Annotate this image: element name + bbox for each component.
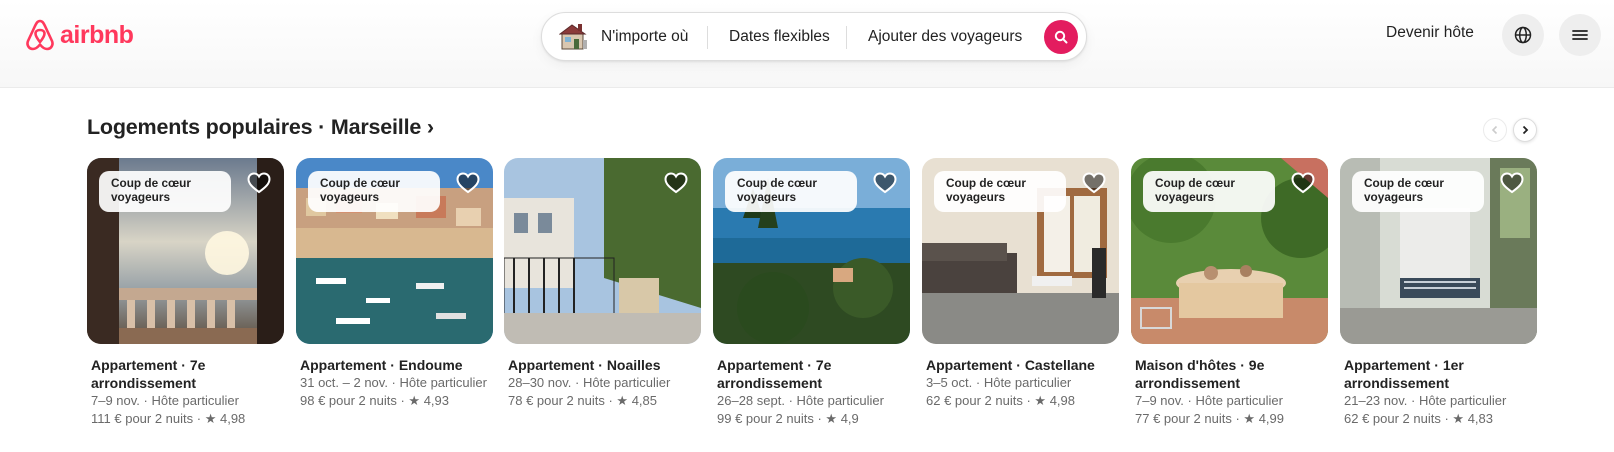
listing-title: Appartement · Noailles xyxy=(508,357,661,373)
heart-icon[interactable] xyxy=(1081,170,1107,196)
listing-card[interactable]: Coup de cœur voyageurs Maison d'hôtes · … xyxy=(1131,158,1328,428)
listing-price: 111 € pour 2 nuits · ★ 4,98 xyxy=(91,411,246,426)
listing-price: 62 € pour 2 nuits · ★ 4,83 xyxy=(1344,411,1493,426)
airbnb-logo-icon xyxy=(26,19,54,51)
listing-meta: 31 oct. – 2 nov. · Hôte particulier xyxy=(300,375,487,390)
listing-title: Appartement · Castellane xyxy=(926,357,1095,373)
heart-icon[interactable] xyxy=(872,170,898,196)
search-guests[interactable]: Ajouter des voyageurs xyxy=(868,13,1022,60)
guest-favorite-badge: Coup de cœur voyageurs xyxy=(1143,171,1275,212)
become-host-link[interactable]: Devenir hôte xyxy=(1386,24,1474,42)
listing-title: Maison d'hôtes · 9e arrondissement xyxy=(1135,357,1265,391)
carousel-next-button[interactable] xyxy=(1513,118,1537,142)
heart-icon[interactable] xyxy=(455,170,481,196)
listing-price: 77 € pour 2 nuits · ★ 4,99 xyxy=(1135,411,1284,426)
listing-meta: 21–23 nov. · Hôte particulier xyxy=(1344,393,1507,408)
search-where[interactable]: N'importe où xyxy=(601,13,688,60)
section-title[interactable]: Logements populaires · Marseille › xyxy=(87,115,434,140)
chevron-left-icon xyxy=(1491,125,1498,135)
listing-meta: 7–9 nov. · Hôte particulier xyxy=(91,393,239,408)
house-icon xyxy=(559,24,587,50)
listing-photo[interactable]: Coup de cœur voyageurs xyxy=(1131,158,1328,344)
listing-title: Appartement · 7e arrondissement xyxy=(717,357,832,391)
listing-title: Appartement · 7e arrondissement xyxy=(91,357,206,391)
listing-meta: 7–9 nov. · Hôte particulier xyxy=(1135,393,1283,408)
listing-card[interactable]: Coup de cœur voyageurs Appartement · Cas… xyxy=(922,158,1119,410)
listing-photo[interactable]: Coup de cœur voyageurs xyxy=(87,158,284,344)
listing-card[interactable]: Coup de cœur voyageurs Appartement · End… xyxy=(296,158,493,410)
heart-icon[interactable] xyxy=(1499,170,1525,196)
listing-card[interactable]: Coup de cœur voyageurs Appartement · 7e … xyxy=(87,158,284,428)
listing-card[interactable]: Coup de cœur voyageurs Appartement · 7e … xyxy=(713,158,910,428)
listing-meta: 3–5 oct. · Hôte particulier xyxy=(926,375,1072,390)
brand-name: airbnb xyxy=(60,20,134,49)
guest-favorite-badge: Coup de cœur voyageurs xyxy=(99,171,231,212)
carousel-prev-button[interactable] xyxy=(1483,118,1507,142)
listing-card[interactable]: Coup de cœur voyageurs Appartement · 1er… xyxy=(1340,158,1537,428)
listing-photo[interactable]: Coup de cœur voyageurs xyxy=(713,158,910,344)
language-button[interactable] xyxy=(1502,14,1544,56)
listing-price: 98 € pour 2 nuits · ★ 4,93 xyxy=(300,393,449,408)
search-dates[interactable]: Dates flexibles xyxy=(729,13,830,60)
listing-price: 99 € pour 2 nuits · ★ 4,9 xyxy=(717,411,859,426)
listing-title: Appartement · Endoume xyxy=(300,357,463,373)
guest-favorite-badge: Coup de cœur voyageurs xyxy=(308,171,440,212)
search-divider xyxy=(846,26,847,49)
heart-icon[interactable] xyxy=(663,170,689,196)
search-button[interactable] xyxy=(1044,20,1078,54)
search-bar[interactable]: N'importe où Dates flexibles Ajouter des… xyxy=(541,12,1087,61)
listing-photo[interactable]: Coup de cœur voyageurs xyxy=(296,158,493,344)
listing-photo[interactable]: Coup de cœur voyageurs xyxy=(1340,158,1537,344)
airbnb-logo[interactable]: airbnb xyxy=(24,18,134,52)
search-divider xyxy=(707,26,708,49)
guest-favorite-badge: Coup de cœur voyageurs xyxy=(934,171,1066,212)
listing-meta: 26–28 sept. · Hôte particulier xyxy=(717,393,884,408)
chevron-right-icon xyxy=(1522,125,1529,135)
guest-favorite-badge: Coup de cœur voyageurs xyxy=(725,171,857,212)
search-icon xyxy=(1054,30,1068,44)
listing-photo[interactable]: Coup de cœur voyageurs xyxy=(922,158,1119,344)
globe-icon xyxy=(1514,26,1532,44)
listing-price: 62 € pour 2 nuits · ★ 4,98 xyxy=(926,393,1075,408)
listing-photo[interactable] xyxy=(504,158,701,344)
listing-meta: 28–30 nov. · Hôte particulier xyxy=(508,375,671,390)
main-menu-button[interactable] xyxy=(1559,14,1601,56)
heart-icon[interactable] xyxy=(246,170,272,196)
heart-icon[interactable] xyxy=(1290,170,1316,196)
top-header: airbnb N'importe où Dates flexibles Ajou… xyxy=(0,0,1614,88)
hamburger-menu-icon xyxy=(1572,30,1588,40)
guest-favorite-badge: Coup de cœur voyageurs xyxy=(1352,171,1484,212)
listing-price: 78 € pour 2 nuits · ★ 4,85 xyxy=(508,393,657,408)
listing-title: Appartement · 1er arrondissement xyxy=(1344,357,1464,391)
listing-card[interactable]: Appartement · Noailles 28–30 nov. · Hôte… xyxy=(504,158,701,410)
